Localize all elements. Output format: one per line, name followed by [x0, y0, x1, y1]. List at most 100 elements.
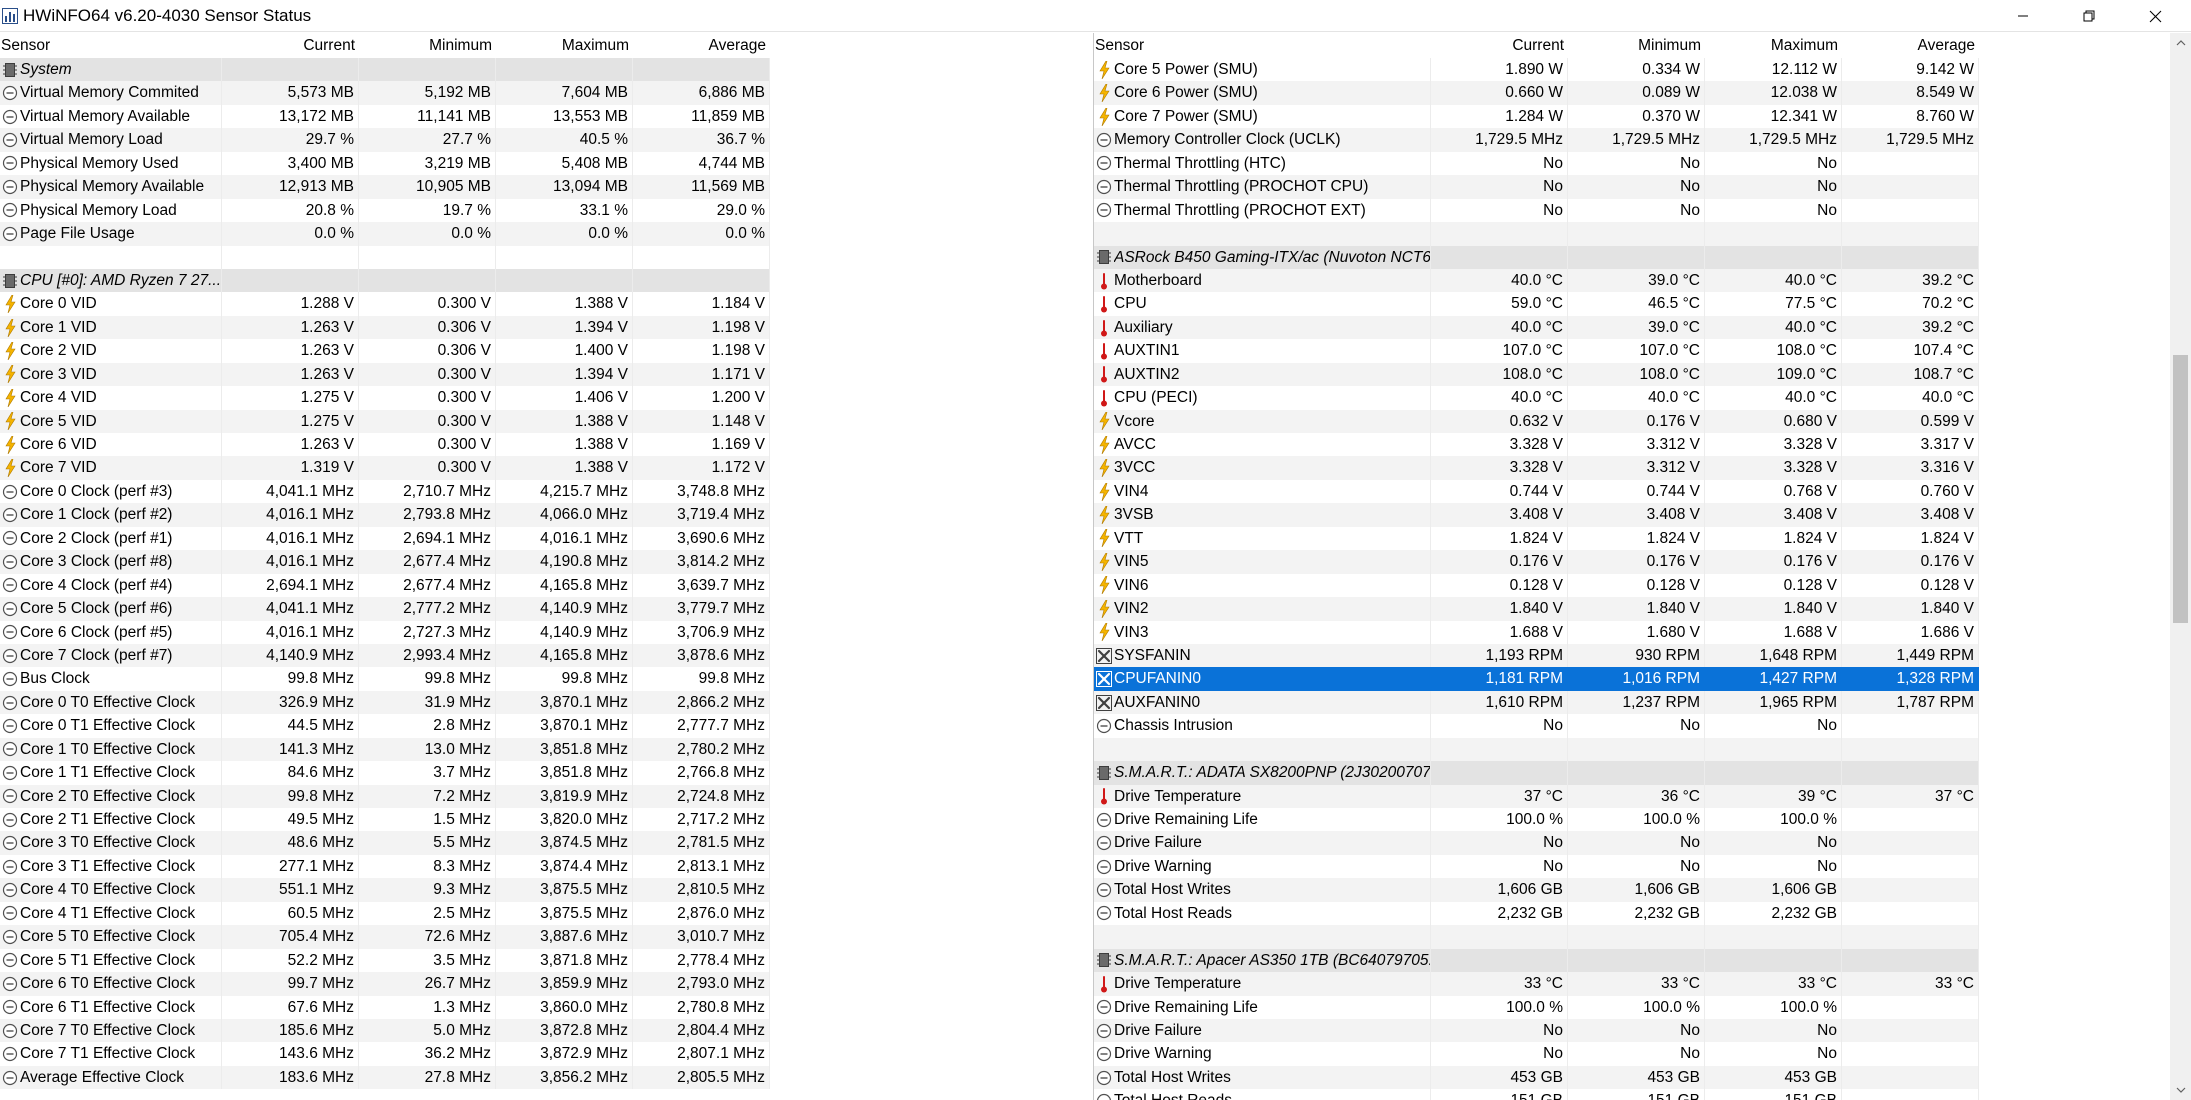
sensor-row[interactable]: Core 3 T1 Effective Clock 277.1 MHz 8.3 MH…	[0, 854, 770, 879]
sensor-row[interactable]: Core 5 Clock (perf #6) 4,041.1 MHz 2,777.2…	[0, 597, 770, 621]
sensor-row[interactable]: Core 1 T1 Effective Clock 84.6 MHz 3.7 MHz…	[0, 761, 770, 785]
sensor-row[interactable]: Core 2 T0 Effective Clock 99.8 MHz 7.2 MHz…	[0, 784, 770, 808]
sensor-row[interactable]: Thermal Throttling (PROCHOT EXT) No No No	[1094, 198, 1979, 223]
sensor-row[interactable]: AUXTIN2 108.0 °C 108.0 °C 109.0 °C 108.7 °C	[1094, 362, 1979, 387]
sensor-row[interactable]: Core 2 VID 1.263 V 0.306 V 1.400 V 1.198 V	[0, 339, 770, 363]
sensor-row[interactable]: Virtual Memory Available 13,172 MB 11,141 …	[0, 104, 770, 129]
sensor-row[interactable]: Core 0 Clock (perf #3) 4,041.1 MHz 2,710.7…	[0, 479, 770, 504]
sensor-row[interactable]: Drive Warning No No No	[1094, 854, 1979, 879]
sensor-row[interactable]: Core 5 T1 Effective Clock 52.2 MHz 3.5 MHz…	[0, 948, 770, 973]
column-header-sensor[interactable]: Sensor	[0, 33, 222, 58]
sensor-row[interactable]: 3VCC 3.328 V 3.312 V 3.328 V 3.316 V	[1094, 456, 1979, 480]
sensor-row[interactable]: AVCC 3.328 V 3.312 V 3.328 V 3.317 V	[1094, 433, 1979, 457]
sensor-pane-left[interactable]: Sensor Current Minimum Maximum Average S…	[0, 33, 1093, 1100]
sensor-row[interactable]: Core 1 VID 1.263 V 0.306 V 1.394 V 1.198 V	[0, 315, 770, 340]
sensor-row[interactable]: Drive Failure No No No	[1094, 1018, 1979, 1043]
sensor-row[interactable]: Core 4 Clock (perf #4) 2,694.1 MHz 2,677.4…	[0, 573, 770, 598]
sensor-row[interactable]: Core 6 T0 Effective Clock 99.7 MHz 26.7 MH…	[0, 972, 770, 996]
sensor-row[interactable]: Core 6 Clock (perf #5) 4,016.1 MHz 2,727.3…	[0, 620, 770, 644]
sensor-row[interactable]: Core 5 Power (SMU) 1.890 W 0.334 W 12.112 W…	[1094, 58, 1979, 82]
sensor-row[interactable]: Core 4 VID 1.275 V 0.300 V 1.406 V 1.200 V	[0, 386, 770, 410]
sensor-pane-right[interactable]: Sensor Current Minimum Maximum Average C…	[1094, 33, 2170, 1100]
minimize-button[interactable]	[1991, 0, 2055, 32]
sensor-row[interactable]: Core 4 T1 Effective Clock 60.5 MHz 2.5 MHz…	[0, 901, 770, 926]
sensor-row[interactable]: CPU (PECI) 40.0 °C 40.0 °C 40.0 °C 40.0 °C	[1094, 386, 1979, 410]
sensor-row[interactable]: Core 4 T0 Effective Clock 551.1 MHz 9.3 MH…	[0, 878, 770, 902]
sensor-row[interactable]: VTT 1.824 V 1.824 V 1.824 V 1.824 V	[1094, 526, 1979, 551]
column-header-sensor[interactable]: Sensor	[1094, 33, 1431, 58]
sensor-row[interactable]: Motherboard 40.0 °C 39.0 °C 40.0 °C 39.2 °C	[1094, 268, 1979, 293]
sensor-row[interactable]: Drive Remaining Life 100.0 % 100.0 % 100.0 …	[1094, 995, 1979, 1019]
sensor-row[interactable]: Core 7 Clock (perf #7) 4,140.9 MHz 2,993.4…	[0, 643, 770, 668]
restore-button[interactable]	[2057, 0, 2121, 32]
column-header-minimum[interactable]: Minimum	[1568, 33, 1705, 58]
sensor-row[interactable]: Core 0 T1 Effective Clock 44.5 MHz 2.8 MHz…	[0, 714, 770, 738]
sensor-row[interactable]: Drive Failure No No No	[1094, 831, 1979, 855]
sensor-row[interactable]: Core 0 VID 1.288 V 0.300 V 1.388 V 1.184 V	[0, 292, 770, 316]
sensor-row[interactable]: Virtual Memory Load 29.7 % 27.7 % 40.5 % 36.…	[0, 128, 770, 152]
sensor-row[interactable]: AUXTIN1 107.0 °C 107.0 °C 108.0 °C 107.4 °C	[1094, 339, 1979, 363]
sensor-row[interactable]: Vcore 0.632 V 0.176 V 0.680 V 0.599 V	[1094, 409, 1979, 433]
sensor-row[interactable]: Core 3 T0 Effective Clock 48.6 MHz 5.5 MHz…	[0, 831, 770, 855]
sensor-row[interactable]: Core 7 Power (SMU) 1.284 W 0.370 W 12.341 W…	[1094, 104, 1979, 129]
sensor-row[interactable]: Core 0 T0 Effective Clock 326.9 MHz 31.9 M…	[0, 690, 770, 715]
sensor-row[interactable]: Core 2 T1 Effective Clock 49.5 MHz 1.5 MHz…	[0, 808, 770, 832]
sensor-row[interactable]: Core 1 Clock (perf #2) 4,016.1 MHz 2,793.8…	[0, 503, 770, 527]
sensor-row[interactable]: VIN2 1.840 V 1.840 V 1.840 V 1.840 V	[1094, 597, 1979, 621]
sensor-row[interactable]: VIN4 0.744 V 0.744 V 0.768 V 0.760 V	[1094, 479, 1979, 504]
scroll-down-arrow[interactable]	[2170, 1080, 2191, 1100]
column-header-current[interactable]: Current	[222, 33, 359, 58]
sensor-row[interactable]: Core 7 T0 Effective Clock 185.6 MHz 5.0 MH…	[0, 1018, 770, 1043]
column-header-average[interactable]: Average	[633, 33, 770, 58]
sensor-row[interactable]: Average Effective Clock 183.6 MHz 27.8 MHz…	[0, 1065, 770, 1090]
sensor-row[interactable]: Drive Warning No No No	[1094, 1042, 1979, 1066]
sensor-row[interactable]: Core 5 T0 Effective Clock 705.4 MHz 72.6 M…	[0, 925, 770, 949]
sensor-row[interactable]: Bus Clock 99.8 MHz 99.8 MHz 99.8 MHz 99.8 MH…	[0, 667, 770, 691]
sensor-row[interactable]: VIN6 0.128 V 0.128 V 0.128 V 0.128 V	[1094, 573, 1979, 598]
close-button[interactable]	[2123, 0, 2187, 32]
vertical-scrollbar[interactable]	[2170, 33, 2191, 1100]
sensor-row[interactable]: Total Host Reads151 GB151 GB151 GB	[1094, 1089, 1979, 1100]
column-header-maximum[interactable]: Maximum	[496, 33, 633, 58]
sensor-row[interactable]: Core 7 T1 Effective Clock 143.6 MHz 36.2 M…	[0, 1042, 770, 1066]
column-header-current[interactable]: Current	[1431, 33, 1568, 58]
column-header-maximum[interactable]: Maximum	[1705, 33, 1842, 58]
sensor-row[interactable]: Drive Temperature 33 °C 33 °C 33 °C 33 °C	[1094, 972, 1979, 996]
sensor-row[interactable]: Core 6 VID 1.263 V 0.300 V 1.388 V 1.169 V	[0, 433, 770, 457]
scroll-up-arrow[interactable]	[2170, 33, 2191, 53]
sensor-row[interactable]: Core 1 T0 Effective Clock 141.3 MHz 13.0 M…	[0, 737, 770, 762]
sensor-group-row[interactable]: System	[0, 58, 770, 82]
sensor-row[interactable]: Core 5 VID 1.275 V 0.300 V 1.388 V 1.148 V	[0, 409, 770, 433]
sensor-row[interactable]: Page File Usage 0.0 % 0.0 % 0.0 % 0.0 %	[0, 222, 770, 246]
sensor-row[interactable]: Drive Remaining Life 100.0 % 100.0 % 100.0 …	[1094, 808, 1979, 832]
sensor-group-row[interactable]: S.M.A.R.T.: ADATA SX8200PNP (2J30200707.…	[1094, 761, 1979, 785]
sensor-row[interactable]: VIN3 1.688 V 1.680 V 1.688 V 1.686 V	[1094, 620, 1979, 644]
sensor-row[interactable]: CPUFANIN0 1,181 RPM 1,016 RPM 1,427 RPM 1,32…	[1094, 667, 1979, 691]
column-header-minimum[interactable]: Minimum	[359, 33, 496, 58]
sensor-row[interactable]: Physical Memory Used 3,400 MB 3,219 MB 5,40…	[0, 151, 770, 176]
column-header-average[interactable]: Average	[1842, 33, 1979, 58]
sensor-group-row[interactable]: S.M.A.R.T.: Apacer AS350 1TB (BC64079705…	[1094, 948, 1979, 973]
sensor-row[interactable]: Core 3 Clock (perf #8) 4,016.1 MHz 2,677.4…	[0, 550, 770, 574]
sensor-row[interactable]: Physical Memory Available 12,913 MB 10,905…	[0, 175, 770, 199]
sensor-row[interactable]: Thermal Throttling (HTC) No No No	[1094, 151, 1979, 176]
sensor-row[interactable]: Total Host Writes 1,606 GB 1,606 GB 1,606 G…	[1094, 878, 1979, 902]
sensor-row[interactable]: SYSFANIN 1,193 RPM 930 RPM 1,648 RPM 1,449 R…	[1094, 643, 1979, 668]
sensor-row[interactable]: Drive Temperature 37 °C 36 °C 39 °C 37 °C	[1094, 784, 1979, 808]
sensor-row[interactable]: Core 7 VID 1.319 V 0.300 V 1.388 V 1.172 V	[0, 456, 770, 480]
sensor-row[interactable]: Total Host Reads 2,232 GB 2,232 GB 2,232 GB	[1094, 901, 1979, 926]
sensor-group-row[interactable]: CPU [#0]: AMD Ryzen 7 27...	[0, 268, 770, 293]
sensor-row[interactable]: Core 2 Clock (perf #1) 4,016.1 MHz 2,694.1…	[0, 526, 770, 551]
scrollbar-thumb[interactable]	[2173, 355, 2188, 623]
sensor-group-row[interactable]: ASRock B450 Gaming-ITX/ac (Nuvoton NCT6.…	[1094, 245, 1979, 269]
sensor-row[interactable]: Physical Memory Load 20.8 % 19.7 % 33.1 % 29…	[0, 198, 770, 223]
sensor-row[interactable]: AUXFANIN0 1,610 RPM 1,237 RPM 1,965 RPM 1,78…	[1094, 690, 1979, 715]
sensor-row[interactable]: Auxiliary 40.0 °C 39.0 °C 40.0 °C 39.2 °C	[1094, 315, 1979, 340]
sensor-row[interactable]: Core 6 T1 Effective Clock 67.6 MHz 1.3 MHz…	[0, 995, 770, 1019]
sensor-row[interactable]: VIN5 0.176 V 0.176 V 0.176 V 0.176 V	[1094, 550, 1979, 574]
sensor-row[interactable]: Chassis Intrusion No No No	[1094, 714, 1979, 738]
sensor-row[interactable]: Memory Controller Clock (UCLK) 1,729.5 MH…	[1094, 128, 1979, 152]
sensor-row[interactable]: Thermal Throttling (PROCHOT CPU) No No No	[1094, 175, 1979, 199]
sensor-row[interactable]: 3VSB 3.408 V 3.408 V 3.408 V 3.408 V	[1094, 503, 1979, 527]
sensor-row[interactable]: CPU 59.0 °C 46.5 °C 77.5 °C 70.2 °C	[1094, 292, 1979, 316]
